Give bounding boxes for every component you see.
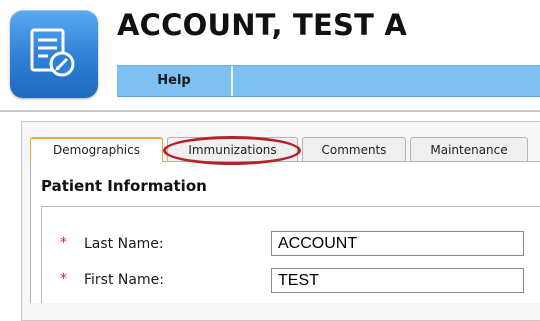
last-name-label: Last Name: <box>84 236 164 252</box>
required-marker: * <box>60 235 67 251</box>
required-marker: * <box>60 271 67 287</box>
edit-form-icon <box>30 28 75 77</box>
menu-bar: Help <box>117 65 540 97</box>
tab-comments[interactable]: Comments <box>302 137 406 162</box>
last-name-input[interactable] <box>271 231 524 256</box>
first-name-input[interactable] <box>271 268 524 293</box>
first-name-label: First Name: <box>84 272 164 288</box>
header-divider <box>0 110 540 112</box>
section-title: Patient Information <box>41 177 207 195</box>
patient-name-title: ACCOUNT, TEST A <box>117 8 408 42</box>
tab-maintenance[interactable]: Maintenance <box>410 137 528 162</box>
menu-help[interactable]: Help <box>117 66 231 96</box>
menu-separator <box>231 66 233 96</box>
tab-demographics[interactable]: Demographics <box>30 137 163 162</box>
tab-immunizations[interactable]: Immunizations <box>167 137 298 162</box>
app-icon[interactable] <box>10 10 98 98</box>
